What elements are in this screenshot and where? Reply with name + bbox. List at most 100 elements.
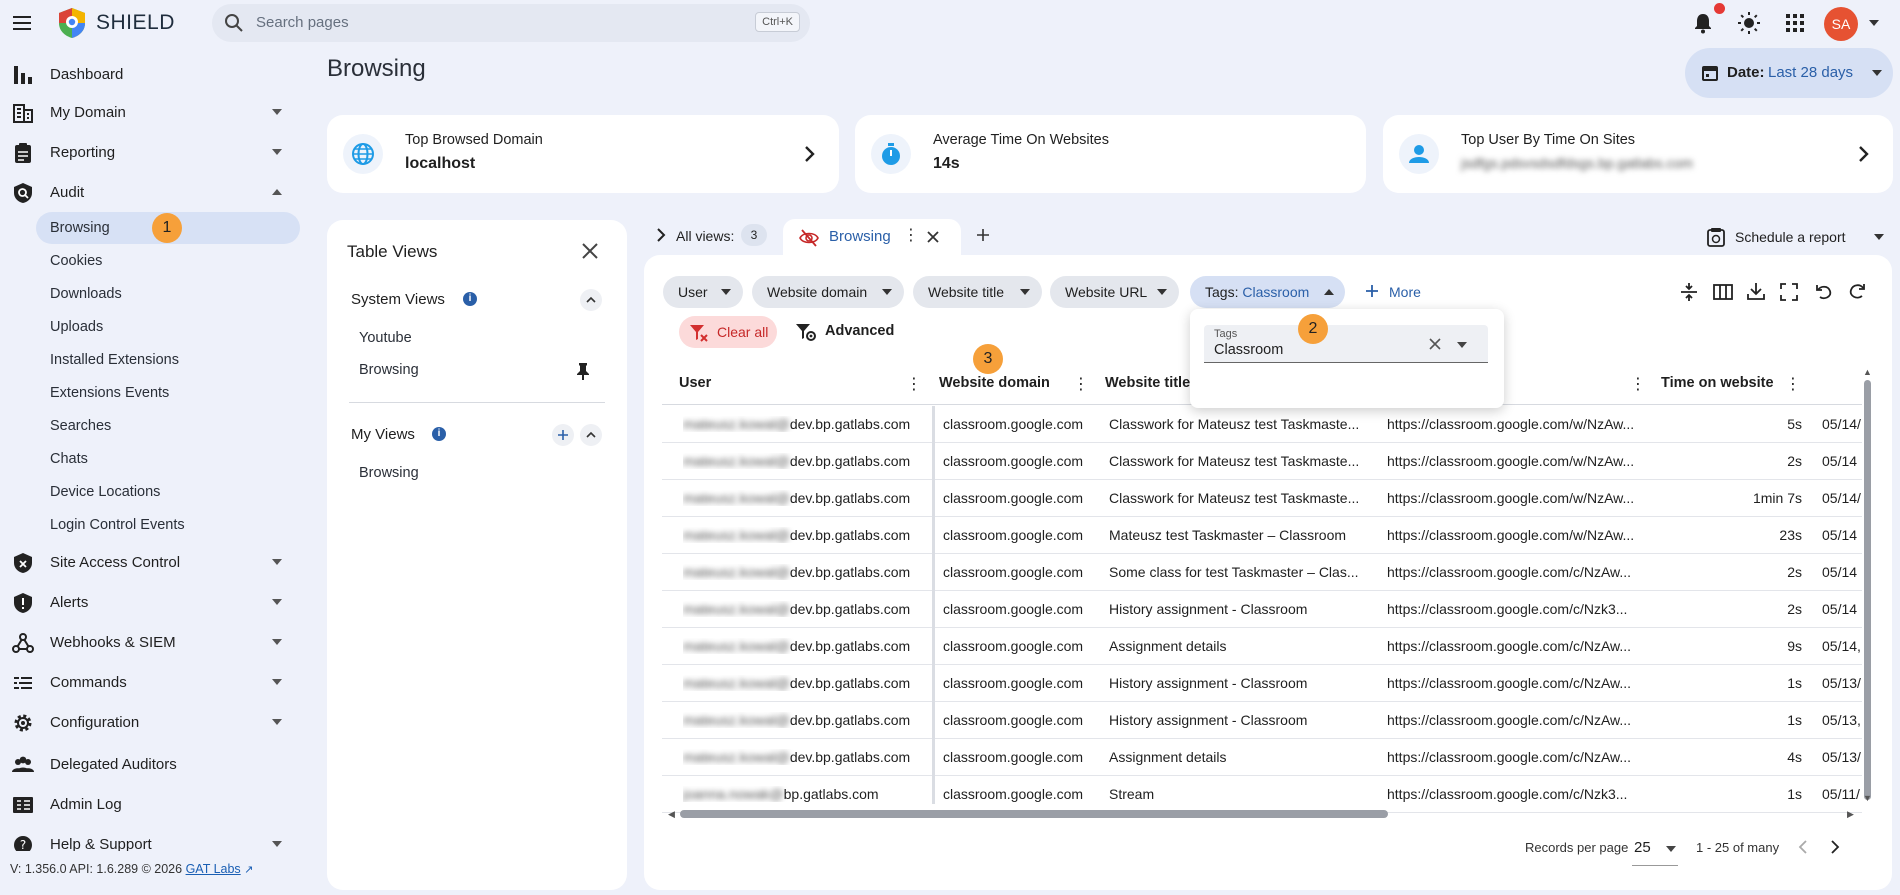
schedule-dropdown-caret[interactable] (1874, 234, 1884, 240)
view-item-youtube[interactable]: Youtube (359, 330, 412, 346)
external-link-icon[interactable]: ↗ (244, 864, 253, 876)
column-separator[interactable] (932, 406, 935, 804)
sidebar-item-site-access-control[interactable]: Site Access Control (0, 545, 300, 581)
more-vert-icon[interactable]: ⋮ (903, 228, 919, 244)
column-menu-icon[interactable]: ⋮ (1630, 374, 1646, 394)
columns-icon[interactable] (1713, 283, 1733, 301)
prev-page-icon[interactable] (1797, 839, 1809, 855)
chevron-right-icon[interactable] (655, 226, 667, 244)
menu-icon[interactable] (10, 11, 34, 35)
scroll-down-icon[interactable]: ▼ (1863, 793, 1872, 803)
theme-sun-icon[interactable] (1737, 11, 1761, 35)
info-icon[interactable]: i (463, 292, 477, 306)
info-icon[interactable]: i (432, 427, 446, 441)
view-item-browsing-system[interactable]: Browsing (359, 362, 419, 378)
search-input[interactable]: Search pages (256, 14, 349, 31)
sidebar-subitem-device-locations[interactable]: Device Locations (36, 476, 300, 508)
table-row[interactable]: mateusz.kowal@dev.bp.gatlabs.com classroo… (662, 406, 1862, 443)
tab-browsing[interactable]: Browsing ⋮ (783, 219, 961, 257)
chevron-right-icon[interactable] (1857, 144, 1871, 164)
add-tab-icon[interactable] (976, 228, 990, 242)
undo-icon[interactable] (1814, 282, 1834, 302)
download-icon[interactable] (1746, 281, 1766, 301)
search-bar[interactable]: Search pages Ctrl+K (212, 4, 810, 42)
sidebar-item-admin-log[interactable]: Admin Log (0, 787, 300, 823)
column-menu-icon[interactable]: ⋮ (1785, 374, 1801, 394)
sidebar-item-alerts[interactable]: Alerts (0, 585, 300, 621)
app-brand[interactable]: SHIELD (96, 11, 175, 35)
sidebar-item-delegated-auditors[interactable]: Delegated Auditors (0, 747, 300, 783)
chevron-right-icon[interactable] (803, 144, 817, 164)
advanced-button[interactable]: Advanced (825, 323, 894, 339)
scroll-right-icon[interactable]: ▶ (1847, 809, 1854, 820)
table-row[interactable]: mateusz.kowal@dev.bp.gatlabs.com classroo… (662, 443, 1862, 480)
stat-card-average-time[interactable]: Average Time On Websites 14s (855, 115, 1366, 193)
sidebar-item-help[interactable]: ? Help & Support (0, 827, 300, 851)
bell-icon[interactable] (1691, 11, 1715, 35)
sidebar-subitem-extensions-events[interactable]: Extensions Events (36, 377, 300, 409)
table-row[interactable]: mateusz.kowal@dev.bp.gatlabs.com classroo… (662, 665, 1862, 702)
table-row[interactable]: mateusz.kowal@dev.bp.gatlabs.com classroo… (662, 628, 1862, 665)
chevron-down-icon[interactable] (1457, 342, 1467, 348)
filter-chip-user[interactable]: User (663, 276, 743, 308)
gat-labs-link[interactable]: GAT Labs (186, 862, 241, 876)
filter-chip-tags[interactable]: Tags: Classroom (1190, 276, 1345, 308)
sidebar-subitem-chats[interactable]: Chats (36, 443, 300, 475)
date-range-picker[interactable]: Date: Last 28 days (1685, 48, 1893, 98)
account-menu-caret[interactable] (1869, 20, 1879, 26)
tags-select-field[interactable]: Tags Classroom (1204, 325, 1488, 363)
shield-logo-icon[interactable] (55, 6, 89, 40)
sidebar-item-reporting[interactable]: Reporting (0, 135, 300, 171)
sidebar-item-commands[interactable]: Commands (0, 665, 300, 701)
sidebar-subitem-uploads[interactable]: Uploads (36, 311, 300, 343)
schedule-report-button[interactable]: Schedule a report (1735, 229, 1846, 245)
column-menu-icon[interactable]: ⋮ (906, 374, 922, 394)
more-filters-button[interactable]: More (1389, 284, 1421, 300)
close-tab-icon[interactable] (927, 231, 939, 243)
column-header-website-title[interactable]: Website title (1105, 375, 1190, 391)
table-row[interactable]: mateusz.kowal@dev.bp.gatlabs.com classroo… (662, 702, 1862, 739)
sidebar-subitem-cookies[interactable]: Cookies (36, 245, 300, 277)
table-row[interactable]: mateusz.kowal@dev.bp.gatlabs.com classroo… (662, 480, 1862, 517)
collapse-system-views-button[interactable] (580, 289, 602, 311)
filter-chip-website-url[interactable]: Website URL (1050, 276, 1179, 308)
apps-grid-icon[interactable] (1783, 11, 1807, 35)
avatar[interactable]: SA (1824, 7, 1858, 41)
sidebar-subitem-installed-extensions[interactable]: Installed Extensions (36, 344, 300, 376)
scroll-left-icon[interactable]: ◀ (668, 809, 675, 820)
fullscreen-icon[interactable] (1780, 283, 1798, 301)
column-header-time-on-website[interactable]: Time on website (1661, 375, 1774, 391)
column-menu-icon[interactable]: ⋮ (1073, 374, 1089, 394)
vertical-scrollbar[interactable] (1864, 380, 1871, 800)
filter-chip-website-title[interactable]: Website title (913, 276, 1042, 308)
next-page-icon[interactable] (1829, 839, 1841, 855)
clear-icon[interactable] (1429, 338, 1441, 350)
records-per-page-select[interactable]: 25 (1632, 836, 1678, 866)
sidebar-subitem-downloads[interactable]: Downloads (36, 278, 300, 310)
table-row[interactable]: mateusz.kowal@dev.bp.gatlabs.com classroo… (662, 739, 1862, 776)
scroll-up-icon[interactable]: ▲ (1863, 367, 1872, 377)
view-item-browsing-my[interactable]: Browsing (359, 465, 419, 481)
stat-card-top-domain[interactable]: Top Browsed Domain localhost (327, 115, 839, 193)
pin-icon[interactable] (576, 362, 590, 380)
clear-all-button[interactable]: Clear all (679, 316, 777, 348)
sidebar-item-my-domain[interactable]: My Domain (0, 95, 300, 131)
density-icon[interactable] (1679, 282, 1699, 302)
add-view-button[interactable] (552, 424, 574, 446)
sidebar-item-dashboard[interactable]: Dashboard (0, 57, 300, 93)
sidebar-item-configuration[interactable]: Configuration (0, 705, 300, 741)
table-row[interactable]: mateusz.kowal@dev.bp.gatlabs.com classroo… (662, 591, 1862, 628)
table-row[interactable]: mateusz.kowal@dev.bp.gatlabs.com classroo… (662, 554, 1862, 591)
close-icon[interactable] (580, 241, 600, 261)
sidebar-subitem-login-control-events[interactable]: Login Control Events (36, 509, 300, 541)
column-header-website-domain[interactable]: Website domain (939, 375, 1050, 391)
filter-chip-website-domain[interactable]: Website domain (752, 276, 904, 308)
collapse-my-views-button[interactable] (580, 424, 602, 446)
column-header-user[interactable]: User (679, 375, 711, 391)
sidebar-item-audit[interactable]: Audit (0, 175, 300, 211)
all-views-label[interactable]: All views: (676, 228, 734, 244)
horizontal-scrollbar[interactable] (680, 810, 1388, 818)
sidebar-item-webhooks[interactable]: Webhooks & SIEM (0, 625, 300, 661)
refresh-icon[interactable] (1847, 282, 1867, 302)
stat-card-top-user[interactable]: Top User By Time On Sites jsdfgs.pdsvsds… (1383, 115, 1893, 193)
